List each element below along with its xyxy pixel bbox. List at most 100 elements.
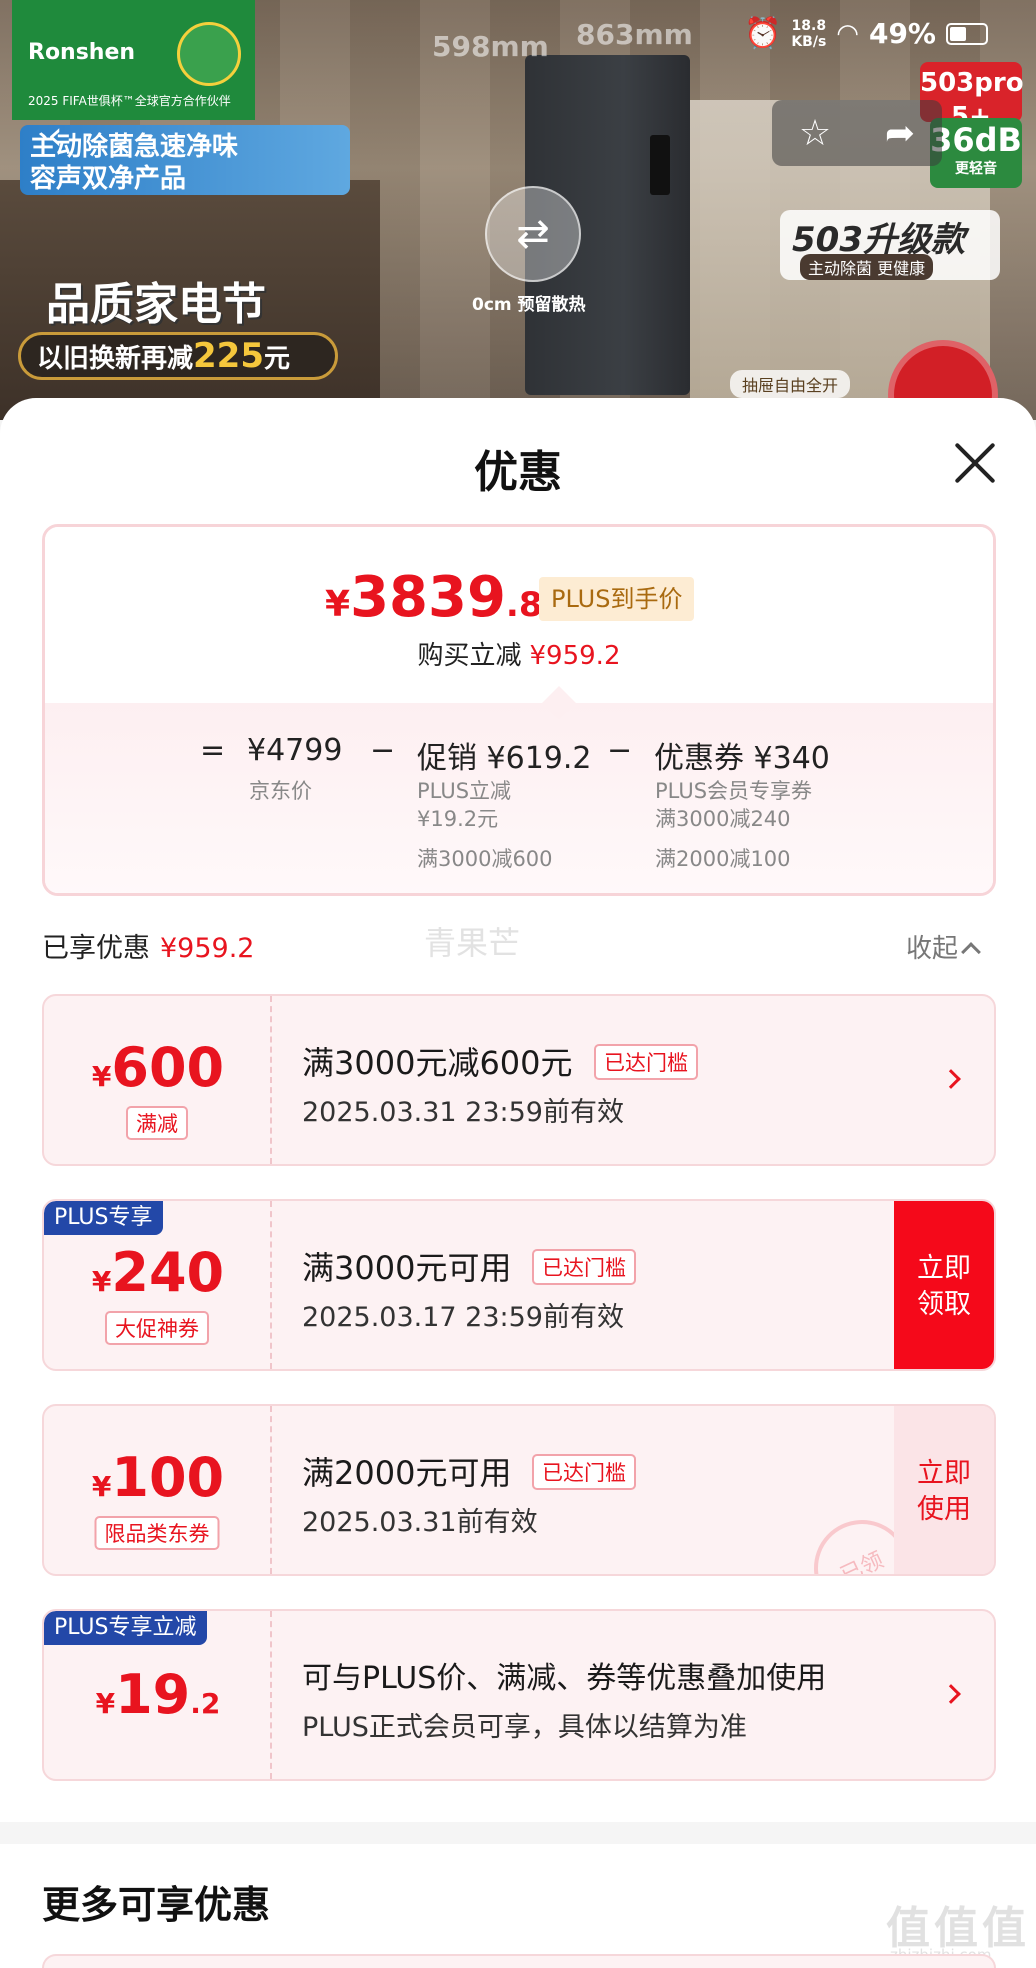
watermark-text: 青果芒: [424, 924, 521, 962]
coupon-value: 19: [115, 1663, 191, 1726]
drawer-label: 抽屉自由全开: [730, 370, 851, 398]
festival-sub-unit: 元: [264, 344, 291, 374]
coupon-card[interactable]: ¥240 大促神券 PLUS专享 满3000元可用 已达门槛 2025.03.1…: [42, 1199, 996, 1371]
coupon-value: 240: [111, 1241, 225, 1304]
coupon-validity: 2025.03.31前有效: [302, 1507, 538, 1538]
status-bar: ⏰ 18.8 KB/s ◠ 49%: [0, 0, 1036, 70]
coupon-card[interactable]: ¥19.2 PLUS专享立减 可与PLUS价、满减、券等优惠叠加使用 PLUS正…: [42, 1609, 996, 1781]
battery-percent: 49%: [868, 17, 936, 50]
noise-value: 36dB: [930, 121, 1022, 159]
collapse-label: 收起: [906, 934, 959, 964]
coupon-currency: ¥: [91, 1470, 112, 1503]
festival-sub-prefix: 以旧换新再减: [37, 344, 194, 374]
plus-price-tag: PLUS到手价: [539, 577, 695, 621]
battery-icon: [946, 22, 988, 45]
promo-price: 促销 ¥619.2: [417, 741, 592, 776]
price-summary-card: ¥3839.8 PLUS到手价 购买立减 ¥959.2 = ¥4799 京东价 −…: [42, 524, 996, 896]
coupon-kind-tag: 大促神券: [105, 1311, 209, 1345]
coupon-amount-area: ¥600 满减: [44, 996, 272, 1164]
coupon-amount: ¥600: [44, 1036, 272, 1099]
claim-now-button[interactable]: 立即 领取: [894, 1201, 994, 1369]
final-price: ¥3839.8: [325, 565, 543, 630]
enjoyed-discount: 已享优惠 ¥959.2: [42, 926, 254, 965]
final-price-area: ¥3839.8 PLUS到手价 购买立减 ¥959.2: [45, 527, 993, 703]
favorite-star-icon[interactable]: ☆: [799, 113, 831, 154]
threshold-met-tag: 已达门槛: [594, 1044, 698, 1080]
promo-sub-3: 满3000减600: [417, 847, 553, 871]
heat-dissipation-caption: 0cm 预留散热: [472, 295, 586, 315]
coupon-condition: 可与PLUS价、满减、券等优惠叠加使用: [302, 1661, 827, 1696]
coupon-amount: ¥19.2: [44, 1663, 272, 1726]
coupon-amount: ¥100: [44, 1446, 272, 1509]
network-speed-value: 18.8: [791, 17, 827, 34]
coupon-kind-tag: 满减: [126, 1106, 188, 1140]
jd-price-label: 京东价: [249, 779, 312, 803]
collapse-toggle[interactable]: 收起: [906, 928, 981, 965]
promo-sub-1: PLUS立减: [417, 779, 512, 803]
threshold-met-tag: 已达门槛: [532, 1454, 636, 1490]
share-icon[interactable]: ➦: [885, 113, 915, 154]
plus-exclusive-flag: PLUS专享: [44, 1201, 163, 1235]
status-indicators: ⏰ 18.8 KB/s ◠ 49%: [744, 16, 988, 51]
network-speed: 18.8 KB/s: [791, 18, 826, 50]
coupon-sub-3: 满2000减100: [655, 847, 791, 871]
coupon-amount-area: ¥100 限品类东券: [44, 1406, 272, 1574]
noise-badge: 36dB 更轻音: [930, 118, 1022, 188]
jd-price: ¥4799: [247, 733, 343, 768]
final-price-integer: 3839: [350, 565, 506, 630]
final-price-decimal: .8: [505, 585, 543, 625]
plus-exclusive-flag: PLUS专享立减: [44, 1611, 207, 1645]
network-speed-unit: KB/s: [791, 33, 827, 50]
coupon-sub-1: PLUS会员专享券: [655, 779, 813, 803]
coupon-amount: ¥240: [44, 1241, 272, 1304]
more-discounts-title: 更多可享优惠: [42, 1883, 271, 1927]
instant-discount-label: 购买立减: [417, 641, 522, 671]
coupon-currency: ¥: [91, 1265, 112, 1298]
coupon-price: 优惠券 ¥340: [654, 741, 830, 776]
coupon-currency: ¥: [91, 1060, 112, 1093]
noise-label: 更轻音: [955, 161, 997, 177]
brand-partner-text: 2025 FIFA世俱杯™全球官方合作伙伴: [28, 94, 231, 108]
enjoyed-amount: ¥959.2: [160, 933, 255, 964]
threshold-met-tag: 已达门槛: [532, 1249, 636, 1285]
festival-sub-amount: 225: [193, 336, 264, 376]
promo-sub-2: ¥19.2元: [417, 807, 499, 831]
festival-badge: 品质家电节 以旧换新再减225元: [18, 268, 338, 388]
festival-subtitle: 以旧换新再减225元: [18, 332, 338, 380]
equals-sign: =: [200, 733, 226, 768]
back-button[interactable]: ‹: [22, 108, 88, 168]
alarm-icon: ⏰: [743, 16, 782, 51]
coupon-validity: 2025.03.31 23:59前有效: [302, 1097, 624, 1128]
upgrade-subtitle: 主动除菌 更健康: [800, 254, 934, 280]
close-icon[interactable]: [946, 434, 1004, 492]
chevron-left-icon: ‹: [47, 113, 63, 159]
chevron-right-icon[interactable]: [941, 1069, 961, 1089]
festival-title: 品质家电节: [46, 279, 266, 330]
coupon-card[interactable]: ¥600 满减 满3000元减600元 已达门槛 2025.03.31 23:5…: [42, 994, 996, 1166]
sheet-title: 优惠: [474, 447, 562, 498]
heat-dissipation-icon: ⇄: [485, 186, 581, 282]
coupon-value: 600: [111, 1036, 225, 1099]
wifi-icon: ◠: [836, 18, 859, 49]
product-banner[interactable]: 598mm 863mm Ronshen 2025 FIFA世俱杯™全球官方合作伙…: [0, 0, 1036, 420]
final-price-currency: ¥: [325, 584, 351, 625]
coupon-validity: PLUS正式会员可享，具体以结算为准: [302, 1712, 747, 1743]
coupon-validity: 2025.03.17 23:59前有效: [302, 1302, 624, 1333]
coupon-value: 100: [111, 1446, 225, 1509]
coupon-card-partial[interactable]: [42, 1954, 996, 1968]
chevron-right-icon[interactable]: [941, 1684, 961, 1704]
upgrade-badge: 503升级款 主动除菌 更健康: [780, 210, 1000, 280]
fridge-control-panel: [650, 135, 670, 195]
coupon-card[interactable]: ¥100 限品类东券 满2000元可用 已达门槛 2025.03.31前有效 已…: [42, 1404, 996, 1576]
coupon-condition: 满3000元可用: [302, 1249, 512, 1287]
coupon-condition: 满3000元减600元: [302, 1044, 573, 1082]
minus-sign-2: −: [607, 733, 633, 768]
chevron-up-icon: [961, 942, 981, 962]
coupon-sub-2: 满3000减240: [655, 807, 791, 831]
use-now-button[interactable]: 立即 使用: [894, 1406, 994, 1574]
top-actions: ☆ ➦: [772, 100, 942, 166]
coupon-currency: ¥: [95, 1687, 116, 1720]
instant-discount-line: 购买立减 ¥959.2: [45, 635, 993, 672]
discount-sheet: 优惠 ¥3839.8 PLUS到手价 购买立减 ¥959.2 = ¥4799 京东…: [0, 398, 1036, 1968]
coupon-kind-tag: 限品类东券: [94, 1516, 220, 1550]
